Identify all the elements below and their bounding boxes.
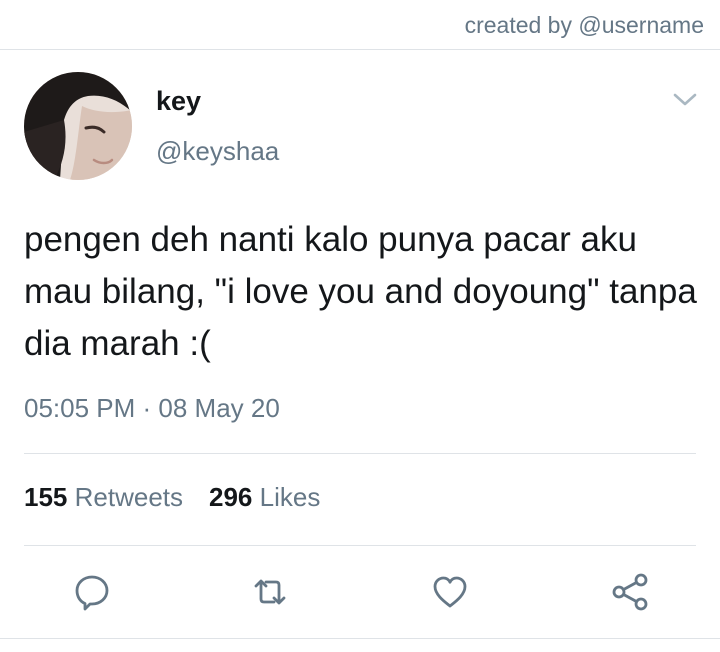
retweets-count: 155 xyxy=(24,482,68,512)
stats-bottom-divider xyxy=(24,545,696,546)
share-icon xyxy=(612,573,648,611)
likes-label: Likes xyxy=(259,482,321,512)
tweet-stats: 155 Retweets 296 Likes xyxy=(24,482,320,513)
author-name[interactable]: key xyxy=(156,86,201,117)
share-button[interactable] xyxy=(608,570,652,614)
chevron-down-icon[interactable] xyxy=(672,90,698,110)
reply-button[interactable] xyxy=(70,570,114,614)
retweets-stat[interactable]: 155 Retweets xyxy=(24,482,183,512)
bottom-divider xyxy=(0,638,720,639)
retweet-icon xyxy=(254,579,286,605)
likes-count: 296 xyxy=(209,482,253,512)
top-divider xyxy=(0,49,720,50)
avatar[interactable] xyxy=(24,72,132,180)
like-button[interactable] xyxy=(428,570,472,614)
heart-icon xyxy=(433,576,467,608)
author-handle[interactable]: @keyshaa xyxy=(156,136,279,167)
likes-stat[interactable]: 296 Likes xyxy=(209,482,320,512)
retweets-label: Retweets xyxy=(74,482,184,512)
reply-icon xyxy=(75,575,109,611)
tweet-text: pengen deh nanti kalo punya pacar aku ma… xyxy=(24,220,697,363)
tweet-timestamp[interactable]: 05:05 PM · 08 May 20 xyxy=(24,393,280,424)
retweet-button[interactable] xyxy=(248,570,292,614)
stats-top-divider xyxy=(24,453,696,454)
watermark: created by @username xyxy=(464,12,704,38)
top-bar: created by @username xyxy=(0,0,720,50)
